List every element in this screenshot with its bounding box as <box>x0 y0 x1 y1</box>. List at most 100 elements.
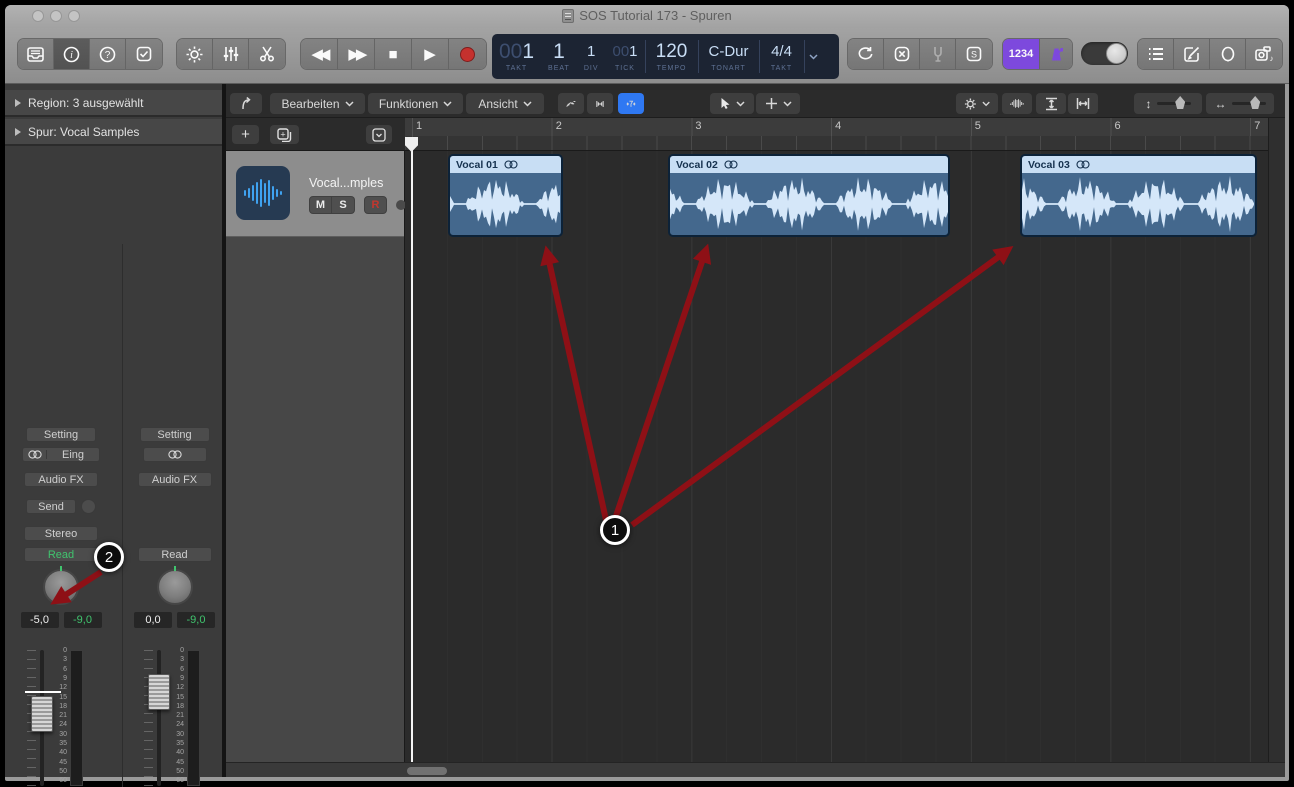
meter-scale-value: 60 <box>176 777 184 785</box>
pan-knob[interactable] <box>156 566 193 605</box>
output-button[interactable]: Stereo <box>24 526 98 541</box>
automation-icon <box>566 100 576 107</box>
master-volume-slider[interactable] <box>1081 42 1128 65</box>
add-track-button[interactable]: + <box>232 125 259 144</box>
channel-strip-stereo-out: Setting Audio FX Read 0,0 -9,0 0 3 6 9 12 15 1… <box>122 419 227 787</box>
forward-button[interactable]: ▶▶ <box>338 39 375 69</box>
functions-menu[interactable]: Funktionen <box>368 93 463 114</box>
track-solo-button[interactable]: S <box>332 196 355 214</box>
zoom-slider-track[interactable] <box>1156 96 1191 109</box>
cut-button[interactable] <box>249 39 285 69</box>
region-vocal-03[interactable]: Vocal 03 <box>1020 154 1257 237</box>
track-name[interactable]: Vocal...mples <box>309 176 383 190</box>
stereo-icon <box>504 160 518 169</box>
lcd-key[interactable]: C-Dur TONART <box>699 34 759 79</box>
checklist-button[interactable] <box>126 39 162 69</box>
horizontal-fit-button[interactable] <box>1068 93 1098 114</box>
pan-value[interactable]: 0,0 <box>134 612 172 628</box>
volume-fader[interactable] <box>148 674 170 710</box>
solo-mode-button[interactable]: S <box>956 39 992 69</box>
track-record-button[interactable]: R <box>364 196 387 214</box>
arrange-lanes[interactable] <box>405 151 1268 762</box>
media-browser-button[interactable]: ♪ <box>1246 39 1282 69</box>
horizontal-zoom-slider[interactable]: ↔ <box>1206 93 1274 114</box>
meter-scale-value: 15 <box>59 693 67 701</box>
timeline-ruler[interactable]: 1 2 3 4 5 6 7 <box>405 118 1285 151</box>
automation-mode-button[interactable]: Read <box>137 547 212 562</box>
metronome-button[interactable] <box>1040 39 1072 69</box>
send-knob[interactable] <box>81 499 96 514</box>
tuner-button[interactable] <box>920 39 956 69</box>
region-vocal-02[interactable]: Vocal 02 <box>668 154 950 237</box>
audio-fx-button[interactable]: Audio FX <box>137 472 212 487</box>
snap-mode-button[interactable] <box>618 93 644 114</box>
stereo-format-button[interactable] <box>142 447 207 462</box>
setting-button[interactable]: Setting <box>139 427 210 442</box>
checkbox-icon <box>136 46 152 62</box>
view-toggle-group: i ? <box>18 39 162 69</box>
duplicate-track-button[interactable]: + <box>270 125 299 144</box>
automation-button[interactable] <box>558 93 584 114</box>
mixer-button[interactable] <box>213 39 249 69</box>
secondary-tool-button[interactable] <box>756 93 800 114</box>
autopunch-button[interactable] <box>884 39 920 69</box>
lcd-time-signature[interactable]: 4/4 TAKT <box>760 34 804 79</box>
audio-fx-button[interactable]: Audio FX <box>24 472 98 487</box>
note-pads-button[interactable] <box>1174 39 1210 69</box>
zoom-slider-thumb[interactable] <box>1250 96 1261 109</box>
back-button[interactable] <box>230 93 262 114</box>
send-button[interactable]: Send <box>26 499 76 514</box>
fader-track[interactable] <box>157 650 161 786</box>
volume-fader[interactable] <box>31 696 53 732</box>
volume-value[interactable]: -9,0 <box>63 612 102 628</box>
stop-button[interactable]: ■ <box>375 39 412 69</box>
library-button[interactable] <box>18 39 54 69</box>
pointer-tool-button[interactable] <box>710 93 754 114</box>
pan-knob[interactable] <box>43 566 79 605</box>
vertical-scrollbar-lane[interactable] <box>1268 118 1285 762</box>
meter-scale-value: 12 <box>176 684 184 692</box>
lcd-options-button[interactable] <box>805 34 825 79</box>
rewind-button[interactable]: ◀◀ <box>301 39 338 69</box>
setting-button[interactable]: Setting <box>26 427 96 442</box>
flex-button[interactable] <box>587 93 613 114</box>
pan-value[interactable]: -5,0 <box>20 612 59 628</box>
automation-mode-button[interactable]: Read <box>24 547 98 562</box>
library-icon <box>27 46 44 62</box>
loop-browser-button[interactable] <box>1210 39 1246 69</box>
track-header-config-button[interactable] <box>366 125 392 144</box>
play-button[interactable]: ▶ <box>412 39 449 69</box>
input-button[interactable]: Eing <box>22 447 100 462</box>
track-header-vocal-samples[interactable]: Vocal...mples M S R <box>226 151 406 237</box>
vertical-auto-zoom-button[interactable] <box>1036 93 1066 114</box>
lcd-display[interactable]: 001 TAKT 1 BEAT 1 DIV 001 TICK 120 TEMPO <box>492 34 839 79</box>
list-editors-button[interactable] <box>1138 39 1174 69</box>
playhead-line <box>411 137 413 762</box>
zoom-slider-track[interactable] <box>1231 96 1266 109</box>
stereo-icon <box>724 160 738 169</box>
zoom-slider-thumb[interactable] <box>1175 96 1186 109</box>
waveform-zoom-button[interactable] <box>1002 93 1032 114</box>
inspector-button[interactable]: i <box>54 39 90 69</box>
vertical-zoom-slider[interactable]: ↕ <box>1134 93 1202 114</box>
toolbar-toggle-button[interactable] <box>177 39 213 69</box>
lcd-position-beat: 1 BEAT <box>548 40 570 73</box>
mixer-icon <box>223 47 238 61</box>
media-icon: ♪ <box>1255 46 1273 62</box>
region-vocal-01[interactable]: Vocal 01 <box>448 154 563 237</box>
volume-knob[interactable] <box>1106 43 1127 64</box>
edit-menu[interactable]: Bearbeiten <box>270 93 365 114</box>
cycle-button[interactable] <box>848 39 884 69</box>
settings-menu-button[interactable] <box>956 93 998 114</box>
track-inspector-header[interactable]: Spur: Vocal Samples <box>5 119 222 146</box>
scrollbar-thumb[interactable] <box>407 767 447 775</box>
record-button[interactable] <box>449 39 486 69</box>
region-inspector-header[interactable]: Region: 3 ausgewählt <box>5 90 222 117</box>
count-in-button[interactable]: 1234 <box>1003 39 1040 69</box>
quick-help-button[interactable]: ? <box>90 39 126 69</box>
view-menu[interactable]: Ansicht <box>466 93 544 114</box>
volume-value[interactable]: -9,0 <box>177 612 215 628</box>
lcd-tempo[interactable]: 120 TEMPO <box>646 34 698 79</box>
horizontal-scrollbar[interactable] <box>226 762 1285 777</box>
track-mute-button[interactable]: M <box>309 196 332 214</box>
